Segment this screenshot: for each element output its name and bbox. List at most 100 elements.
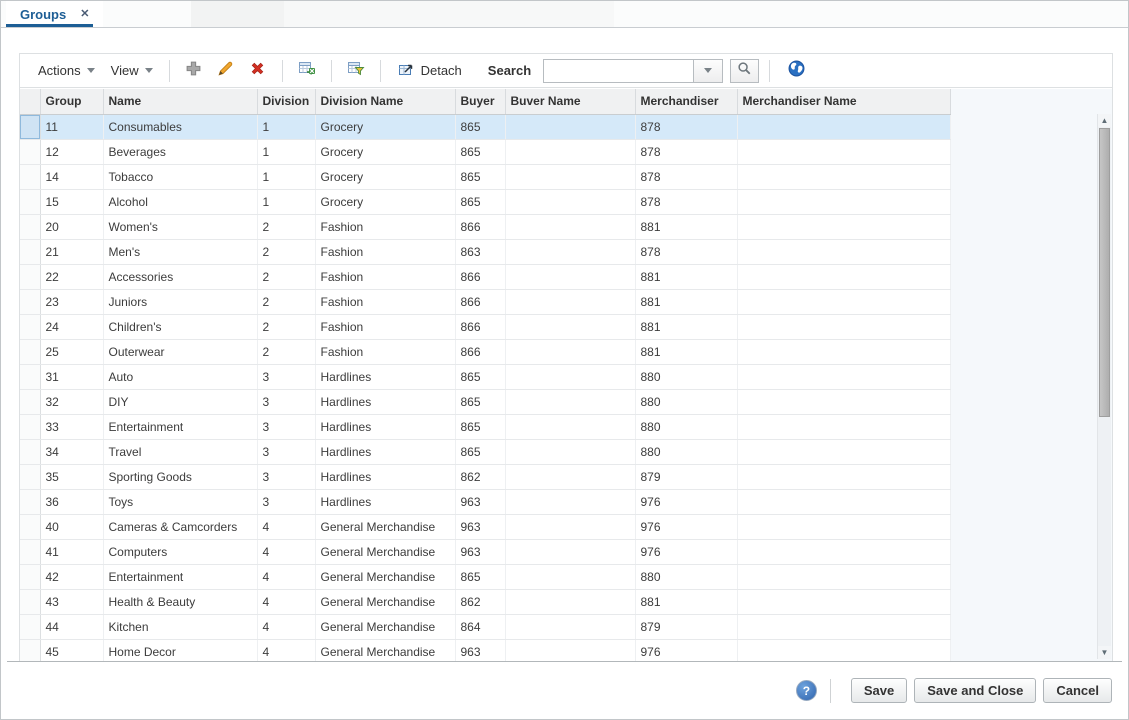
scroll-up-arrow-icon[interactable]: ▲ [1098,114,1111,127]
cell-merchandiser[interactable]: 881 [635,289,738,315]
cell-group[interactable]: 36 [40,489,104,515]
cell-buyer_name[interactable] [505,389,636,415]
cell-buyer[interactable]: 863 [455,239,506,265]
column-header[interactable]: Name [103,89,258,115]
table-row[interactable]: 22 Accessories 2 Fashion 866 881 [20,264,951,290]
cell-name[interactable]: Consumables [103,114,258,140]
cell-merchandiser_name[interactable] [737,464,951,490]
cell-division[interactable]: 4 [257,514,316,540]
cell-name[interactable]: Travel [103,439,258,465]
cell-buyer[interactable]: 963 [455,489,506,515]
cell-merchandiser[interactable]: 880 [635,389,738,415]
export-filtered-button[interactable] [343,59,369,83]
cell-group[interactable]: 15 [40,189,104,215]
cell-division[interactable]: 3 [257,489,316,515]
cell-division[interactable]: 2 [257,239,316,265]
cell-merchandiser[interactable]: 880 [635,364,738,390]
cell-division_name[interactable]: Fashion [315,239,456,265]
cell-merchandiser_name[interactable] [737,514,951,540]
cell-division_name[interactable]: General Merchandise [315,589,456,615]
cell-buyer[interactable]: 865 [455,439,506,465]
cell-buyer_name[interactable] [505,114,636,140]
cell-merchandiser_name[interactable] [737,364,951,390]
cell-merchandiser_name[interactable] [737,589,951,615]
cell-merchandiser[interactable]: 881 [635,214,738,240]
cell-buyer_name[interactable] [505,639,636,661]
table-row[interactable]: 11 Consumables 1 Grocery 865 878 [20,114,951,140]
cancel-button[interactable]: Cancel [1043,678,1112,703]
table-row[interactable]: 44 Kitchen 4 General Merchandise 864 879 [20,614,951,640]
close-icon[interactable]: ✕ [80,8,89,20]
row-header-cell[interactable] [20,389,41,415]
cell-group[interactable]: 35 [40,464,104,490]
row-header-cell[interactable] [20,464,41,490]
cell-group[interactable]: 21 [40,239,104,265]
cell-merchandiser_name[interactable] [737,614,951,640]
cell-merchandiser_name[interactable] [737,264,951,290]
row-header-cell[interactable] [20,339,41,365]
cell-buyer_name[interactable] [505,564,636,590]
cell-group[interactable]: 12 [40,139,104,165]
cell-merchandiser_name[interactable] [737,339,951,365]
cell-group[interactable]: 33 [40,414,104,440]
cell-division_name[interactable]: General Merchandise [315,564,456,590]
table-row[interactable]: 14 Tobacco 1 Grocery 865 878 [20,164,951,190]
cell-name[interactable]: Juniors [103,289,258,315]
scroll-down-arrow-icon[interactable]: ▼ [1098,646,1111,659]
cell-group[interactable]: 40 [40,514,104,540]
cell-merchandiser[interactable]: 878 [635,239,738,265]
cell-name[interactable]: Entertainment [103,564,258,590]
cell-division_name[interactable]: Fashion [315,339,456,365]
cell-division[interactable]: 3 [257,439,316,465]
cell-name[interactable]: Alcohol [103,189,258,215]
scrollbar-thumb[interactable] [1099,128,1110,417]
row-header-cell[interactable] [20,489,41,515]
cell-name[interactable]: Health & Beauty [103,589,258,615]
cell-name[interactable]: Men's [103,239,258,265]
table-row[interactable]: 35 Sporting Goods 3 Hardlines 862 879 [20,464,951,490]
column-header[interactable]: Division Name [315,89,456,115]
cell-buyer[interactable]: 862 [455,464,506,490]
cell-group[interactable]: 23 [40,289,104,315]
cell-merchandiser[interactable]: 880 [635,439,738,465]
help-button[interactable]: ? [795,680,817,701]
cell-merchandiser_name[interactable] [737,639,951,661]
cell-division_name[interactable]: Fashion [315,289,456,315]
cell-division[interactable]: 2 [257,264,316,290]
table-row[interactable]: 23 Juniors 2 Fashion 866 881 [20,289,951,315]
row-header-cell[interactable] [20,114,41,140]
cell-group[interactable]: 31 [40,364,104,390]
cell-merchandiser_name[interactable] [737,389,951,415]
cell-division[interactable]: 4 [257,539,316,565]
cell-merchandiser_name[interactable] [737,539,951,565]
cell-buyer_name[interactable] [505,464,636,490]
row-header-cell[interactable] [20,289,41,315]
table-row[interactable]: 25 Outerwear 2 Fashion 866 881 [20,339,951,365]
detach-button[interactable]: Detach [389,57,470,84]
column-header[interactable]: Division [257,89,316,115]
search-input[interactable] [543,58,694,83]
cell-merchandiser[interactable]: 878 [635,189,738,215]
table-row[interactable]: 31 Auto 3 Hardlines 865 880 [20,364,951,390]
cell-division[interactable]: 4 [257,589,316,615]
cell-group[interactable]: 45 [40,639,104,661]
cell-buyer_name[interactable] [505,314,636,340]
cell-merchandiser[interactable]: 878 [635,139,738,165]
cell-division_name[interactable]: General Merchandise [315,514,456,540]
cell-merchandiser[interactable]: 976 [635,539,738,565]
cell-merchandiser_name[interactable] [737,564,951,590]
cell-division[interactable]: 3 [257,389,316,415]
cell-name[interactable]: Auto [103,364,258,390]
table-row[interactable]: 40 Cameras & Camcorders 4 General Merchandi… [20,514,951,540]
cell-buyer_name[interactable] [505,139,636,165]
cell-division_name[interactable]: Fashion [315,264,456,290]
cell-name[interactable]: Home Decor [103,639,258,661]
cell-buyer_name[interactable] [505,439,636,465]
row-header-cell[interactable] [20,164,41,190]
add-button[interactable] [181,59,207,83]
cell-division[interactable]: 1 [257,139,316,165]
row-header-cell[interactable] [20,439,41,465]
column-header[interactable]: Group [40,89,104,115]
cell-division_name[interactable]: General Merchandise [315,614,456,640]
cell-buyer_name[interactable] [505,264,636,290]
